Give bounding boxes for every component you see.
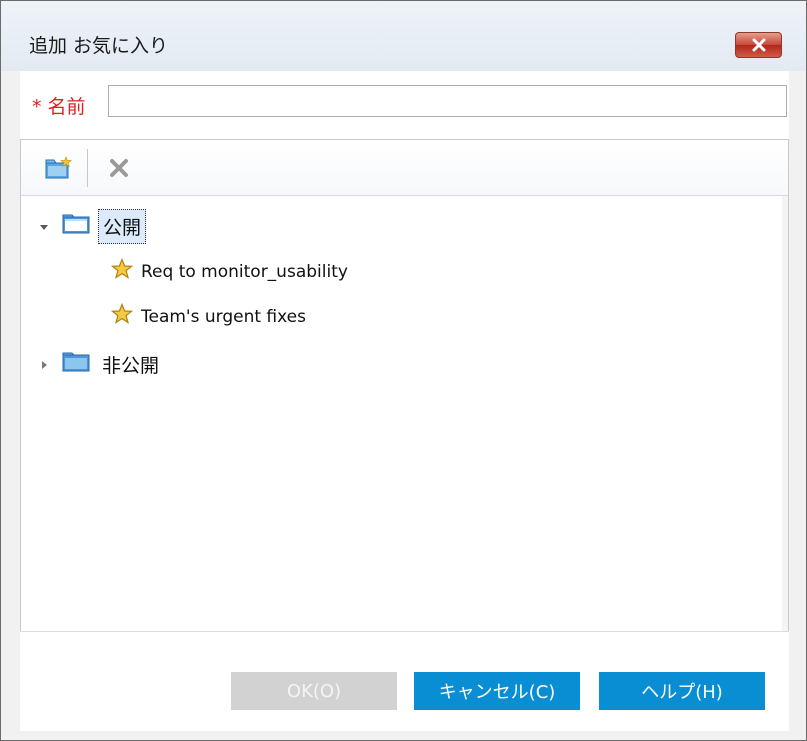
title-bar: 追加 お気に入り (1, 1, 806, 71)
dialog-footer: OK(O) キャンセル(C) ヘルプ(H) (20, 631, 789, 731)
name-input[interactable] (108, 85, 787, 117)
delete-button[interactable] (103, 153, 135, 183)
folder-icon (62, 351, 92, 378)
dialog-content: * 名前 公開 Req to monitor_usability Team's … (20, 71, 789, 731)
tree-toolbar (20, 139, 789, 195)
list-item[interactable]: Req to monitor_usability (110, 257, 348, 285)
expand-arrow-down-icon[interactable] (38, 221, 50, 233)
star-icon (110, 257, 134, 285)
toolbar-separator (87, 149, 88, 187)
tree-scroll-edge (782, 196, 788, 632)
name-row: * 名前 (20, 83, 789, 119)
favorites-tree: 公開 Req to monitor_usability Team's urgen… (20, 195, 789, 632)
tree-label-private[interactable]: 非公開 (98, 348, 163, 381)
help-button[interactable]: ヘルプ(H) (599, 672, 765, 710)
dialog-title: 追加 お気に入り (29, 35, 169, 57)
favorites-dialog: 追加 お気に入り * 名前 公開 Req to monitor_usabilit… (0, 0, 807, 741)
close-button[interactable] (735, 32, 782, 58)
delete-icon (110, 159, 128, 177)
open-folder-icon (62, 213, 92, 240)
favorite-label[interactable]: Team's urgent fixes (141, 307, 306, 327)
tree-node-private[interactable]: 非公開 (38, 348, 163, 381)
expand-arrow-right-icon[interactable] (38, 359, 50, 371)
tree-label-public[interactable]: 公開 (98, 209, 147, 244)
new-folder-button[interactable] (43, 153, 75, 183)
name-label: * 名前 (32, 96, 86, 118)
star-icon (110, 302, 134, 330)
favorite-label[interactable]: Req to monitor_usability (141, 262, 348, 282)
new-folder-icon (45, 155, 73, 179)
ok-button[interactable]: OK(O) (231, 672, 397, 710)
list-item[interactable]: Team's urgent fixes (110, 302, 306, 330)
close-icon (752, 38, 765, 52)
tree-node-public[interactable]: 公開 (38, 209, 147, 244)
cancel-button[interactable]: キャンセル(C) (414, 672, 580, 710)
